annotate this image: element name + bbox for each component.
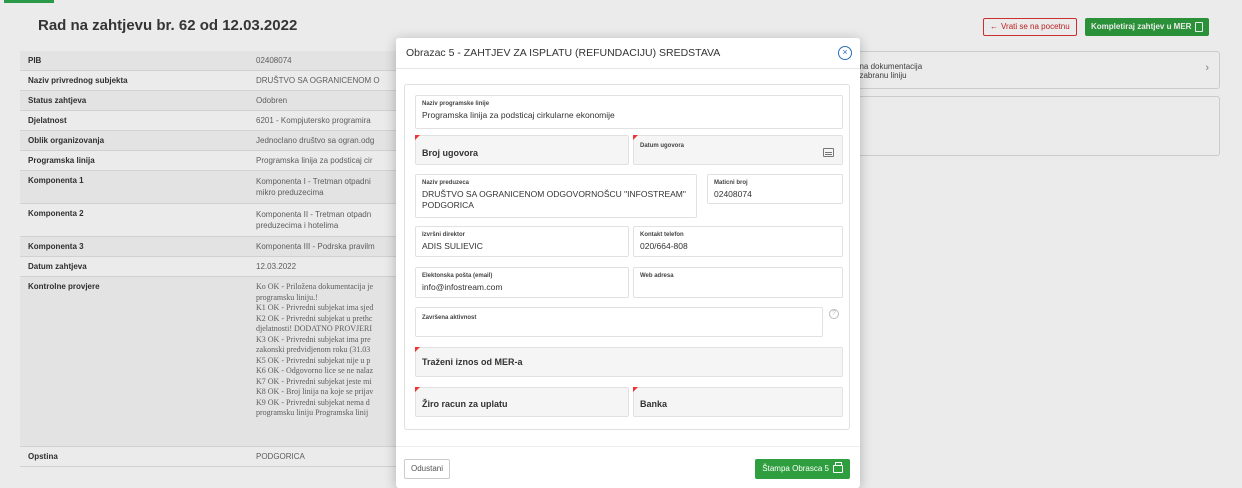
- cancel-button[interactable]: Odustani: [404, 459, 451, 479]
- bank-field[interactable]: Banka: [633, 387, 843, 417]
- field-label: Žiro racun za uplatu: [422, 399, 508, 409]
- field-label: Broj ugovora: [422, 148, 479, 158]
- refund-request-modal: Obrazac 5 - ZAHTJEV ZA ISPLATU (REFUNDAC…: [396, 38, 860, 488]
- field-value: 020/664-808: [640, 241, 688, 251]
- bank-account-field[interactable]: Žiro racun za uplatu: [415, 387, 629, 417]
- form-container: Naziv programske linije Programska linij…: [404, 84, 850, 430]
- required-marker: [415, 347, 420, 352]
- company-name-field[interactable]: Naziv preduzeca DRUŠTVO SA OGRANICENOM O…: [415, 174, 697, 218]
- field-label: Izvršni direktor: [422, 232, 466, 238]
- field-label: Završena aktivnost: [422, 315, 477, 321]
- reg-number-field[interactable]: Maticni broj 02408074: [707, 174, 843, 204]
- required-marker: [415, 387, 420, 392]
- divider: [396, 68, 860, 69]
- field-value: DRUŠTVO SA OGRANICENOM ODGOVORNOŠCU "INF…: [422, 189, 686, 210]
- field-label: Naziv programske linije: [422, 101, 490, 107]
- field-value: 02408074: [714, 189, 752, 199]
- required-marker: [415, 135, 420, 140]
- field-value: Programska linija za podsticaj cirkularn…: [422, 110, 615, 120]
- field-value: info@infostream.com: [422, 282, 503, 292]
- field-label: Traženi iznos od MER-a: [422, 357, 523, 367]
- director-field[interactable]: Izvršni direktor ADIS SULIEVIC: [415, 226, 629, 257]
- field-label: Datum ugovora: [640, 143, 685, 149]
- field-label: Banka: [640, 399, 668, 409]
- close-icon[interactable]: ×: [838, 46, 852, 60]
- field-label: Naziv preduzeca: [422, 180, 470, 186]
- field-label: Web adresa: [640, 273, 674, 279]
- program-line-field[interactable]: Naziv programske linije Programska linij…: [415, 95, 843, 129]
- required-marker: [633, 135, 638, 140]
- field-value: ADIS SULIEVIC: [422, 241, 483, 251]
- required-marker: [633, 387, 638, 392]
- requested-amount-field[interactable]: Traženi iznos od MER-a: [415, 347, 843, 377]
- field-label: Elektonska pošta (email): [422, 273, 493, 279]
- contract-date-field[interactable]: Datum ugovora: [633, 135, 843, 165]
- divider: [396, 446, 860, 447]
- calendar-icon[interactable]: [823, 148, 834, 157]
- phone-field[interactable]: Kontakt telefon 020/664-808: [633, 226, 843, 257]
- completed-activity-field[interactable]: Završena aktivnost: [415, 307, 823, 337]
- print-form-button[interactable]: Štampa Obrasca 5: [755, 459, 850, 479]
- email-field[interactable]: Elektonska pošta (email) info@infostream…: [415, 267, 629, 298]
- field-label: Maticni broj: [714, 180, 748, 186]
- web-address-field[interactable]: Web adresa: [633, 267, 843, 298]
- printer-icon: [833, 462, 843, 473]
- help-icon[interactable]: ?: [829, 309, 839, 319]
- modal-title: Obrazac 5 - ZAHTJEV ZA ISPLATU (REFUNDAC…: [406, 47, 721, 59]
- print-button-label: Štampa Obrasca 5: [762, 464, 829, 473]
- contract-number-field[interactable]: Broj ugovora: [415, 135, 629, 165]
- field-label: Kontakt telefon: [640, 232, 684, 238]
